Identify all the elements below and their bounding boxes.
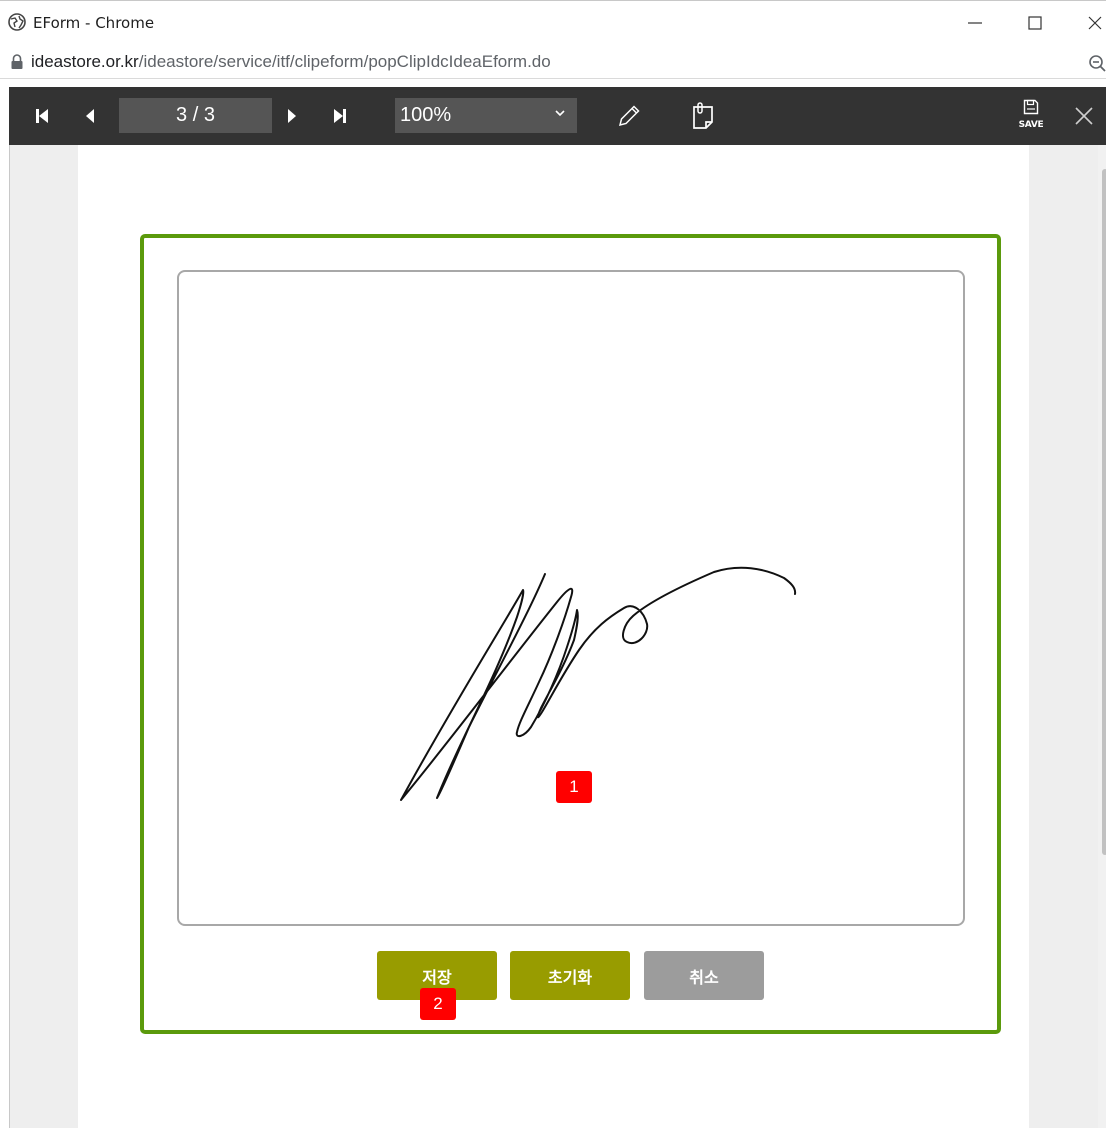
cancel-signature-button[interactable]: 취소 <box>644 951 764 1000</box>
maximize-icon <box>1028 16 1042 30</box>
minimize-button[interactable] <box>960 9 990 37</box>
url-domain: ideastore.or.kr <box>31 52 139 71</box>
signature-canvas[interactable] <box>177 270 965 926</box>
window-title-bar: EForm - Chrome <box>0 0 1106 45</box>
first-page-icon <box>36 109 48 123</box>
step-marker-1: 1 <box>556 771 592 803</box>
step-marker-2: 2 <box>420 988 456 1020</box>
url-path: /ideastore/service/itf/clipeform/popClip… <box>138 52 551 71</box>
save-label: SAVE <box>1018 120 1044 130</box>
zoom-value: 100% <box>400 104 452 126</box>
page-indicator[interactable]: 3 / 3 <box>119 98 272 133</box>
globe-icon <box>8 13 26 31</box>
chevron-down-icon <box>555 110 565 117</box>
scrollbar[interactable] <box>1098 145 1106 1128</box>
last-page-button[interactable] <box>325 87 355 145</box>
address-bar[interactable]: ideastore.or.kr/ideastore/service/itf/cl… <box>0 45 1106 79</box>
next-page-icon <box>288 109 296 123</box>
prev-page-icon <box>86 109 94 123</box>
signature-drawing <box>400 566 797 801</box>
url-text[interactable]: ideastore.or.kr/ideastore/service/itf/cl… <box>31 52 551 72</box>
viewer-toolbar: 3 / 3 100% SAVE <box>9 87 1106 145</box>
scrollbar-thumb[interactable] <box>1102 169 1106 855</box>
close-icon <box>1075 107 1093 125</box>
lock-icon <box>11 54 23 69</box>
last-page-icon <box>334 109 346 123</box>
maximize-button[interactable] <box>1020 9 1050 37</box>
window-title: EForm - Chrome <box>33 14 155 32</box>
prev-page-button[interactable] <box>75 87 105 145</box>
window-close-button[interactable] <box>1080 9 1106 37</box>
minimize-icon <box>968 22 982 24</box>
save-button[interactable]: SAVE <box>1015 99 1047 135</box>
save-icon <box>1023 99 1039 115</box>
reset-signature-button[interactable]: 초기화 <box>510 951 630 1000</box>
zoom-select[interactable]: 100% <box>395 98 577 133</box>
memo-icon <box>693 102 713 129</box>
signature-panel: 저장 초기화 취소 <box>140 234 1001 1034</box>
viewer-close-button[interactable] <box>1069 87 1099 145</box>
first-page-button[interactable] <box>27 87 57 145</box>
zoom-out-icon[interactable] <box>1088 54 1106 72</box>
next-page-button[interactable] <box>277 87 307 145</box>
memo-button[interactable] <box>683 87 723 145</box>
pencil-icon <box>618 105 640 127</box>
close-icon <box>1088 16 1102 30</box>
pencil-button[interactable] <box>609 87 649 145</box>
